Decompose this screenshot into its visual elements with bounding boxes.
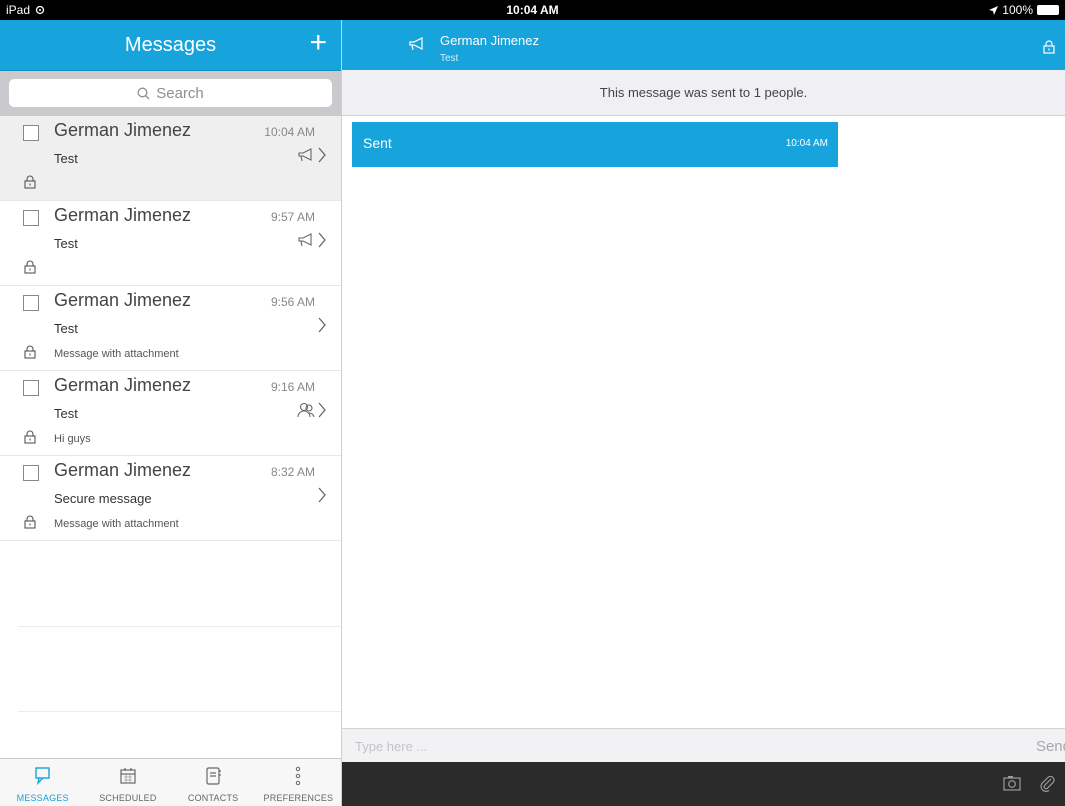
- tab-bar: MESSAGES SCHEDULED CONTACTS PREFERENCES: [0, 758, 341, 806]
- battery-icon: [1037, 5, 1059, 15]
- select-checkbox[interactable]: [23, 210, 39, 226]
- search-icon: [137, 87, 150, 99]
- chevron-right-icon: [318, 317, 326, 333]
- sender-name: German Jimenez: [54, 460, 192, 480]
- message-list-pane: Messages + Search German Jimenez 10:04 A…: [0, 20, 342, 806]
- select-checkbox[interactable]: [23, 125, 39, 141]
- message-composer: Type here ... Send: [342, 728, 1065, 762]
- message-subject: Test: [54, 151, 78, 166]
- row-icons: [297, 402, 327, 418]
- message-subject: Test: [54, 236, 78, 251]
- search-input[interactable]: Search: [9, 79, 332, 107]
- message-row[interactable]: German Jimenez 10:04 AM Test: [0, 116, 341, 201]
- list-separator: [18, 711, 341, 712]
- chevron-right-icon: [318, 232, 326, 248]
- sender-name: German Jimenez: [54, 290, 192, 310]
- search-placeholder: Search: [156, 84, 204, 102]
- message-subject: Test: [54, 321, 78, 336]
- message-row[interactable]: German Jimenez 9:16 AM Test Hi guys: [0, 371, 341, 456]
- status-right: 100%: [989, 3, 1059, 17]
- megaphone-icon: [298, 148, 312, 162]
- page-title: Messages: [124, 34, 217, 56]
- lock-icon: [24, 515, 36, 529]
- message-row[interactable]: German Jimenez 9:56 AM Test Message with…: [0, 286, 341, 371]
- status-bar: iPad 10:04 AM 100%: [0, 0, 1065, 20]
- row-icons: [297, 147, 327, 163]
- message-time: 9:16 AM: [270, 380, 315, 394]
- message-preview: Hi guys: [54, 433, 91, 445]
- select-checkbox[interactable]: [23, 380, 39, 396]
- message-row[interactable]: German Jimenez 8:32 AM Secure message Me…: [0, 456, 341, 541]
- bubble-time: 10:04 AM: [785, 138, 828, 149]
- lock-icon: [24, 175, 36, 189]
- message-preview: Message with attachment: [54, 518, 179, 530]
- tab-preferences[interactable]: PREFERENCES: [256, 759, 341, 806]
- location-icon: [989, 5, 999, 15]
- messages-icon: [34, 767, 50, 786]
- lock-icon: [24, 345, 36, 359]
- megaphone-icon: [298, 233, 312, 247]
- row-icons: [317, 317, 327, 333]
- tab-label: CONTACTS: [187, 793, 239, 803]
- sender-name: German Jimenez: [54, 120, 192, 140]
- message-time: 9:57 AM: [270, 210, 315, 224]
- send-button[interactable]: Send: [1036, 738, 1065, 755]
- camera-icon[interactable]: [1003, 775, 1021, 791]
- row-icons: [297, 232, 327, 248]
- bubble-text: Sent: [363, 135, 392, 151]
- message-time: 9:56 AM: [270, 295, 315, 309]
- chevron-right-icon: [318, 402, 326, 418]
- contacts-icon: [206, 767, 222, 785]
- search-bar: Search: [0, 70, 341, 116]
- message-subject: Secure message: [54, 491, 152, 506]
- compose-button[interactable]: +: [309, 28, 327, 58]
- message-bubble[interactable]: Sent 10:04 AM: [352, 122, 838, 167]
- tab-label: SCHEDULED: [99, 793, 157, 803]
- conversation-recipient: German Jimenez: [440, 33, 539, 48]
- row-icons: [317, 487, 327, 503]
- select-checkbox[interactable]: [23, 295, 39, 311]
- chevron-right-icon: [318, 487, 326, 503]
- message-subject: Test: [54, 406, 78, 421]
- battery-percent: 100%: [1002, 3, 1033, 17]
- message-row[interactable]: German Jimenez 9:57 AM Test: [0, 201, 341, 286]
- sender-name: German Jimenez: [54, 205, 192, 225]
- tab-messages[interactable]: MESSAGES: [0, 759, 85, 806]
- message-time: 8:32 AM: [270, 465, 315, 479]
- sender-name: German Jimenez: [54, 375, 192, 395]
- tab-label: MESSAGES: [16, 793, 69, 803]
- message-preview: Message with attachment: [54, 348, 179, 360]
- conversation-subject: Test: [440, 53, 459, 64]
- tab-label: PREFERENCES: [263, 793, 334, 803]
- calendar-icon: [120, 768, 136, 784]
- select-checkbox[interactable]: [23, 465, 39, 481]
- more-vertical-icon: [296, 766, 301, 786]
- paperclip-icon[interactable]: [1039, 774, 1055, 792]
- lock-icon: [24, 430, 36, 444]
- group-icon: [297, 402, 315, 418]
- attachment-toolbar: [342, 762, 1065, 806]
- lock-icon[interactable]: [1043, 40, 1055, 54]
- message-list: German Jimenez 10:04 AM Test German Jime…: [0, 116, 341, 541]
- conversation-header: German Jimenez Test: [342, 20, 1065, 70]
- conversation-pane: German Jimenez Test This message was sen…: [342, 20, 1065, 806]
- message-input[interactable]: Type here ...: [355, 739, 427, 754]
- lock-icon: [24, 260, 36, 274]
- recipients-notice: This message was sent to 1 people.: [342, 70, 1065, 116]
- tab-scheduled[interactable]: SCHEDULED: [85, 759, 170, 806]
- tab-contacts[interactable]: CONTACTS: [171, 759, 256, 806]
- left-navigation-bar: Messages +: [0, 20, 341, 70]
- list-separator: [18, 626, 341, 627]
- chevron-right-icon: [318, 147, 326, 163]
- message-time: 10:04 AM: [264, 125, 315, 139]
- status-time: 10:04 AM: [506, 3, 559, 17]
- megaphone-icon: [409, 37, 423, 51]
